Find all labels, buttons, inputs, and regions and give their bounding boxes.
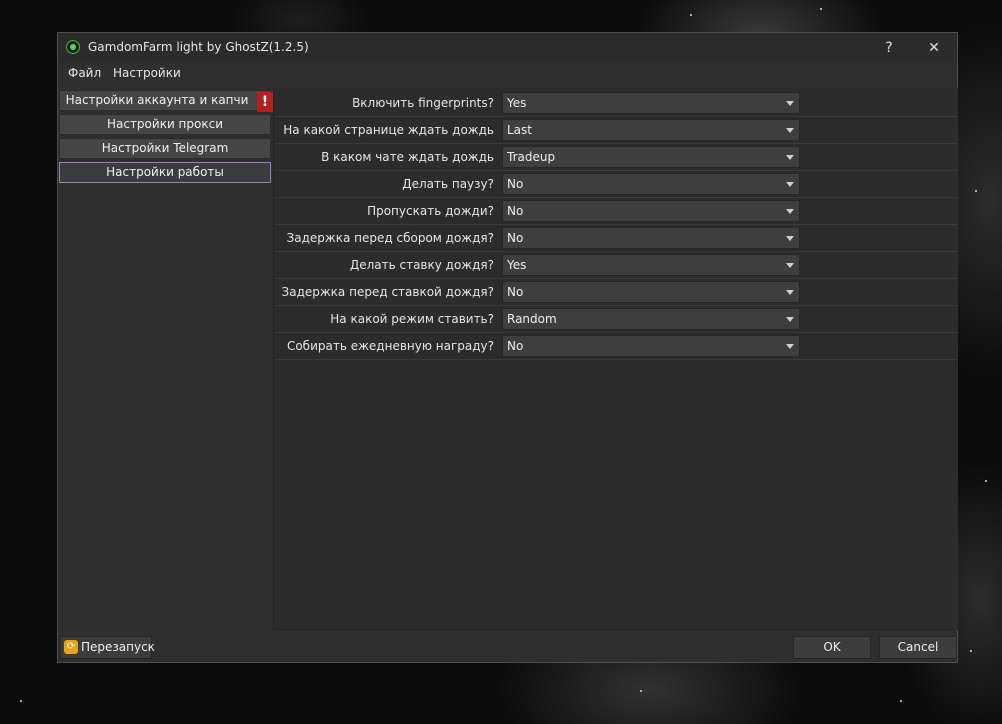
app-icon xyxy=(66,40,80,54)
alert-icon: ! xyxy=(257,92,273,112)
setting-dropdown[interactable]: No xyxy=(502,335,800,357)
setting-label: Собирать ежедневную награду? xyxy=(286,339,494,353)
setting-dropdown[interactable]: No xyxy=(502,227,800,249)
star xyxy=(975,190,977,192)
restart-button[interactable]: ⟳ Перезапуск xyxy=(60,636,155,659)
menu-file[interactable]: Файл xyxy=(68,66,101,80)
ok-button[interactable]: OK xyxy=(793,636,871,659)
setting-row: Включить fingerprints? Yes xyxy=(274,90,958,117)
dropdown-value: Tradeup xyxy=(507,150,556,164)
close-button[interactable]: ✕ xyxy=(916,33,952,63)
dropdown-value: No xyxy=(507,339,524,353)
sidebar: Настройки аккаунта и капчи ! Настройки п… xyxy=(58,88,273,628)
dropdown-value: No xyxy=(507,177,524,191)
chevron-down-icon xyxy=(786,128,794,133)
star xyxy=(640,690,642,692)
dropdown-value: No xyxy=(507,285,524,299)
nav-work-settings[interactable]: Настройки работы xyxy=(59,162,271,183)
dropdown-value: No xyxy=(507,204,524,218)
nav-label: Настройки прокси xyxy=(106,117,224,131)
setting-row: В каком чате ждать дождь Tradeup xyxy=(274,144,958,171)
chevron-down-icon xyxy=(786,101,794,106)
setting-label: Пропускать дожди? xyxy=(367,204,494,218)
nav-label: Настройки Telegram xyxy=(101,141,229,155)
star xyxy=(970,650,972,652)
setting-dropdown[interactable]: Yes xyxy=(502,92,800,114)
nav-proxy[interactable]: Настройки прокси xyxy=(59,114,271,135)
chevron-down-icon xyxy=(786,344,794,349)
title-bar: GamdomFarm light by GhostZ(1.2.5) ? ✕ xyxy=(58,33,957,63)
nav-label: Настройки работы xyxy=(106,165,224,179)
star xyxy=(690,14,692,16)
setting-row: Собирать ежедневную награду? No xyxy=(274,333,958,360)
setting-label: Делать ставку дождя? xyxy=(349,258,494,272)
setting-row: Делать паузу? No xyxy=(274,171,958,198)
setting-row: Делать ставку дождя? Yes xyxy=(274,252,958,279)
star xyxy=(20,700,22,702)
chevron-down-icon xyxy=(786,317,794,322)
setting-dropdown[interactable]: Yes xyxy=(502,254,800,276)
setting-dropdown[interactable]: No xyxy=(502,173,800,195)
chevron-down-icon xyxy=(786,155,794,160)
setting-label: Задержка перед сбором дождя? xyxy=(286,231,494,245)
menu-bar: Файл Настройки xyxy=(58,63,957,85)
nav-telegram[interactable]: Настройки Telegram xyxy=(59,138,271,159)
setting-label: На какой странице ждать дождь xyxy=(283,123,494,137)
setting-dropdown[interactable]: Tradeup xyxy=(502,146,800,168)
setting-dropdown[interactable]: Random xyxy=(502,308,800,330)
setting-dropdown[interactable]: Last xyxy=(502,119,800,141)
star xyxy=(820,8,822,10)
setting-label: Включить fingerprints? xyxy=(352,96,494,110)
nav-account-captcha[interactable]: Настройки аккаунта и капчи ! xyxy=(59,90,273,112)
help-button[interactable]: ? xyxy=(871,33,907,63)
setting-dropdown[interactable]: No xyxy=(502,200,800,222)
settings-dialog: GamdomFarm light by GhostZ(1.2.5) ? ✕ Фа… xyxy=(57,32,958,663)
chevron-down-icon xyxy=(786,236,794,241)
chevron-down-icon xyxy=(786,209,794,214)
setting-row: На какой странице ждать дождь Last xyxy=(274,117,958,144)
setting-row: Пропускать дожди? No xyxy=(274,198,958,225)
chevron-down-icon xyxy=(786,263,794,268)
setting-row: На какой режим ставить? Random xyxy=(274,306,958,333)
dropdown-value: Last xyxy=(507,123,532,137)
restart-icon: ⟳ xyxy=(64,640,78,654)
dropdown-value: Random xyxy=(507,312,557,326)
dropdown-value: Yes xyxy=(507,258,527,272)
setting-label: В каком чате ждать дождь xyxy=(321,150,494,164)
cancel-button[interactable]: Cancel xyxy=(879,636,957,659)
setting-row: Задержка перед сбором дождя? No xyxy=(274,225,958,252)
star xyxy=(900,700,902,702)
window-title: GamdomFarm light by GhostZ(1.2.5) xyxy=(88,40,309,54)
chevron-down-icon xyxy=(786,290,794,295)
setting-label: На какой режим ставить? xyxy=(330,312,494,326)
menu-settings[interactable]: Настройки xyxy=(113,66,181,80)
setting-row: Задержка перед ставкой дождя? No xyxy=(274,279,958,306)
restart-label: Перезапуск xyxy=(81,640,155,654)
settings-form: Включить fingerprints? Yes На какой стра… xyxy=(273,88,958,630)
setting-label: Задержка перед ставкой дождя? xyxy=(281,285,494,299)
nav-label: Настройки аккаунта и капчи xyxy=(65,93,249,107)
dropdown-value: No xyxy=(507,231,524,245)
star xyxy=(985,480,987,482)
chevron-down-icon xyxy=(786,182,794,187)
setting-label: Делать паузу? xyxy=(402,177,494,191)
dropdown-value: Yes xyxy=(507,96,527,110)
setting-dropdown[interactable]: No xyxy=(502,281,800,303)
